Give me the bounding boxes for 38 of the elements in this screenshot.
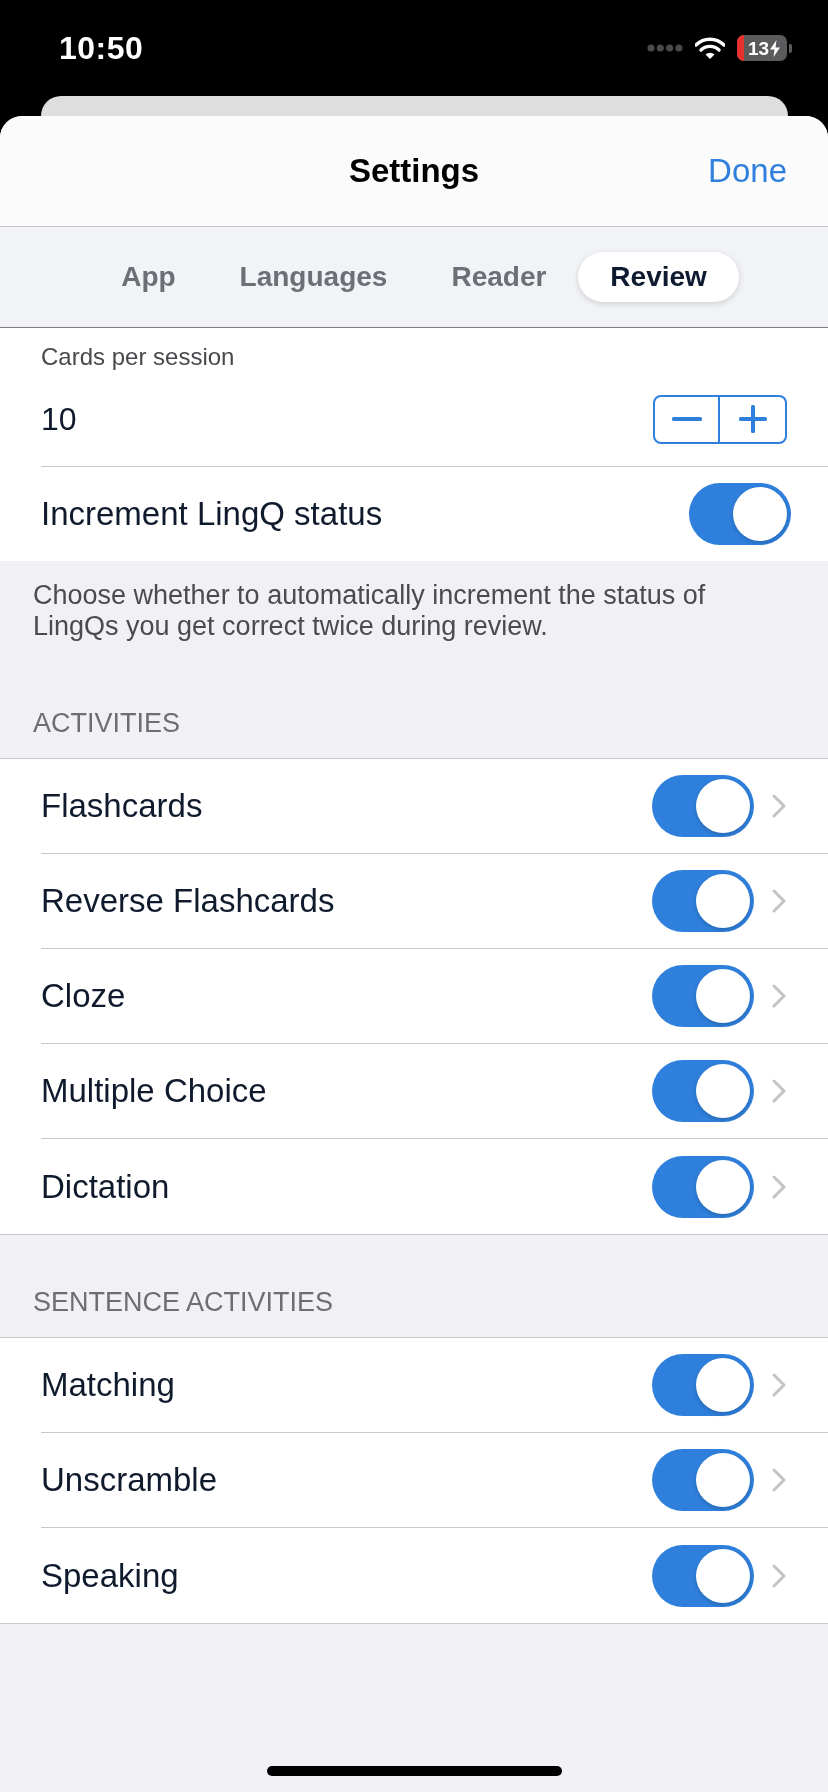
status-time: 10:50 bbox=[59, 29, 144, 67]
tab[interactable]: App bbox=[89, 252, 208, 302]
wifi-icon bbox=[695, 37, 725, 59]
sheet-title: Settings bbox=[348, 152, 480, 190]
chevron-right-icon bbox=[772, 1079, 786, 1103]
activity-label: Speaking bbox=[41, 1556, 179, 1595]
battery-percentage: 13 bbox=[747, 38, 770, 58]
chevron-right-icon bbox=[772, 794, 786, 818]
chevron-right-icon bbox=[772, 1468, 786, 1492]
minus-icon bbox=[671, 417, 702, 421]
activity-label: Reverse Flashcards bbox=[41, 882, 335, 920]
activity-label: Matching bbox=[41, 1366, 175, 1404]
chevron-right-icon bbox=[772, 1373, 786, 1397]
chevron-right-icon bbox=[772, 1174, 786, 1199]
chevron-right-icon bbox=[772, 889, 786, 913]
activity-label: Unscramble bbox=[41, 1461, 218, 1499]
setting-label: Increment LingQ status bbox=[41, 495, 383, 533]
done-button[interactable]: Done bbox=[708, 152, 787, 190]
activity-label: Cloze bbox=[41, 977, 126, 1015]
tab[interactable]: Languages bbox=[207, 252, 420, 302]
cards-value: 10 bbox=[41, 400, 77, 438]
decrement-button[interactable] bbox=[653, 394, 720, 444]
battery-charge-bar bbox=[737, 35, 744, 61]
field-label: Cards per session bbox=[41, 342, 235, 372]
bolt-icon bbox=[770, 39, 781, 57]
activity-label: Multiple Choice bbox=[41, 1072, 267, 1110]
footer-text: Choose whether to automatically increment the status of LingQs you get correct twice during review. bbox=[32, 579, 707, 643]
chevron-right-icon bbox=[772, 984, 786, 1008]
section-header: SENTENCE ACTIVITIES bbox=[32, 1286, 335, 1319]
section-header: ACTIVITIES bbox=[32, 707, 182, 740]
activity-label: Dictation bbox=[41, 1167, 170, 1206]
tab[interactable]: Review bbox=[578, 252, 739, 302]
signal-icon bbox=[647, 44, 683, 52]
increment-button[interactable] bbox=[720, 394, 787, 444]
plus-icon bbox=[738, 405, 767, 433]
tab[interactable]: Reader bbox=[419, 252, 579, 302]
chevron-right-icon bbox=[772, 1563, 786, 1588]
activity-label: Flashcards bbox=[41, 787, 203, 825]
